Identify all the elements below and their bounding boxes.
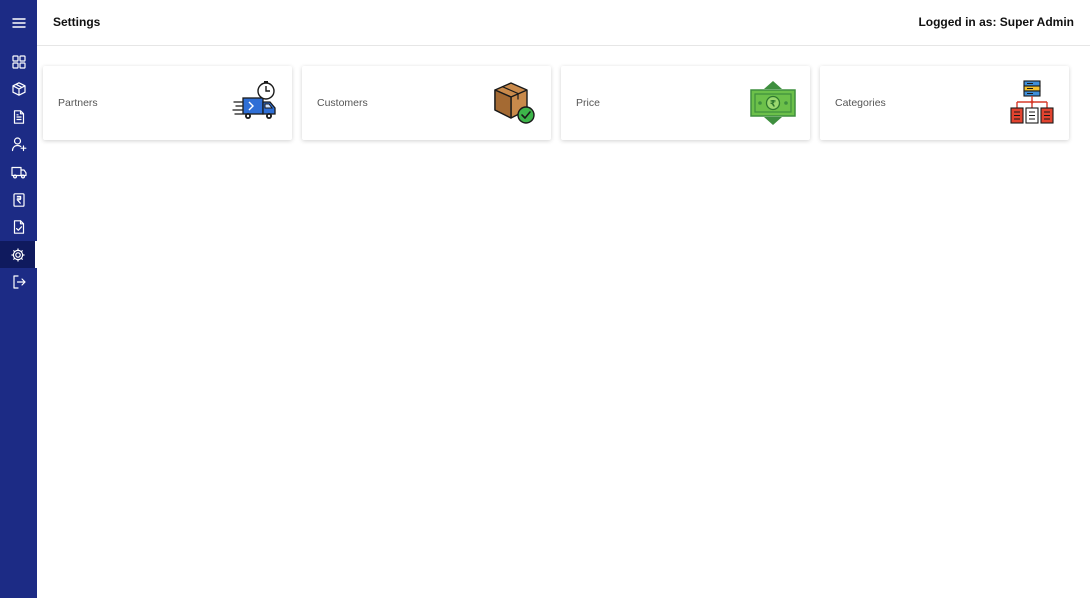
checked-document-icon — [13, 219, 24, 234]
rupee-banknote-icon: ₹ — [750, 80, 796, 126]
sidebar-item-add-user[interactable] — [0, 130, 37, 157]
card-customers[interactable]: Customers — [302, 66, 551, 140]
document-icon — [13, 109, 24, 124]
sidebar-item-dashboard[interactable] — [0, 48, 37, 75]
box-icon — [11, 81, 26, 96]
card-label: Price — [576, 97, 600, 109]
header: Settings Logged in as: Super Admin — [37, 0, 1090, 46]
card-price[interactable]: Price ₹ — [561, 66, 810, 140]
add-user-icon — [11, 136, 26, 151]
card-label: Categories — [835, 97, 886, 109]
svg-text:₹: ₹ — [770, 100, 776, 110]
invoice-icon — [12, 192, 25, 207]
sidebar-item-documents[interactable] — [0, 103, 37, 130]
sidebar-item-settings[interactable] — [0, 241, 37, 268]
card-label: Partners — [58, 97, 98, 109]
sidebar-item-logout[interactable] — [0, 268, 37, 295]
gear-icon — [11, 248, 24, 261]
logout-icon — [12, 274, 26, 289]
page-title: Settings — [53, 15, 101, 29]
sidebar — [0, 0, 37, 598]
sidebar-item-products[interactable] — [0, 75, 37, 102]
dashboard-grid-icon — [11, 54, 26, 69]
delivery-truck-clock-icon — [232, 80, 278, 126]
login-info: Logged in as: Super Admin — [918, 15, 1074, 29]
sidebar-item-approved[interactable] — [0, 213, 37, 240]
sidebar-item-delivery[interactable] — [0, 158, 37, 185]
card-partners[interactable]: Partners — [43, 66, 292, 140]
package-check-icon — [491, 80, 537, 126]
card-categories[interactable]: Categories — [820, 66, 1069, 140]
menu-button[interactable] — [0, 9, 37, 36]
category-hierarchy-icon — [1009, 80, 1055, 126]
sidebar-item-invoice[interactable] — [0, 186, 37, 213]
truck-icon — [10, 166, 27, 179]
card-label: Customers — [317, 97, 368, 109]
hamburger-menu-icon — [11, 17, 26, 28]
